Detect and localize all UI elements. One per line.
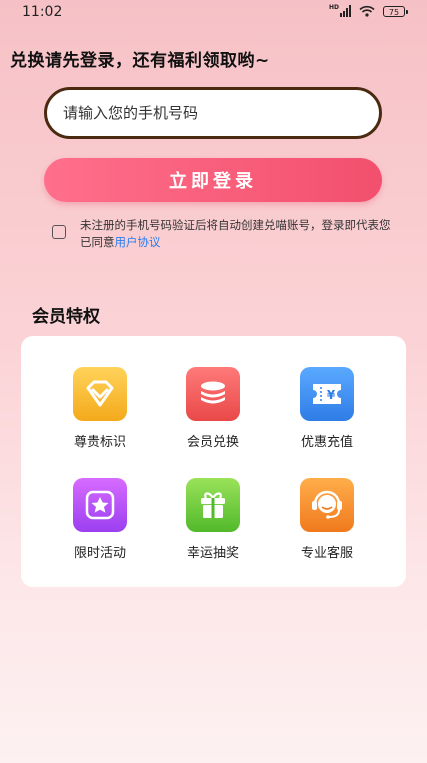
star-icon xyxy=(73,478,127,532)
headset-icon xyxy=(300,478,354,532)
privilege-label: 会员兑换 xyxy=(186,435,239,450)
privilege-item-lottery[interactable]: 幸运抽奖 xyxy=(163,478,263,561)
wifi-icon xyxy=(359,5,375,17)
privileges-card: 尊贵标识 会员兑换 ¥ 优惠充值 限时活动 幸运抽奖 专业客服 xyxy=(21,336,406,587)
svg-text:¥: ¥ xyxy=(327,388,336,402)
page-headline: 兑换请先登录，还有福利领取哟~ xyxy=(10,51,270,71)
privilege-item-activity[interactable]: 限时活动 xyxy=(50,478,150,561)
signal-icon: HD xyxy=(329,5,351,17)
privilege-label: 专业客服 xyxy=(300,546,353,561)
status-icons: HD 75 xyxy=(329,5,408,17)
privilege-label: 幸运抽奖 xyxy=(186,546,239,561)
battery-icon: 75 xyxy=(383,5,408,17)
privilege-item-badge[interactable]: 尊贵标识 xyxy=(50,367,150,450)
login-button[interactable]: 立即登录 xyxy=(44,158,382,202)
diamond-icon xyxy=(73,367,127,421)
privilege-label: 优惠充值 xyxy=(300,435,353,450)
network-label: HD xyxy=(328,4,339,11)
privilege-label: 尊贵标识 xyxy=(73,435,126,450)
privilege-item-exchange[interactable]: 会员兑换 xyxy=(163,367,263,450)
gift-icon xyxy=(186,478,240,532)
coin-stack-icon xyxy=(186,367,240,421)
agreement-text: 未注册的手机号码验证后将自动创建兑喵账号，登录即代表您已同意用户协议 xyxy=(80,218,391,249)
privileges-title: 会员特权 xyxy=(32,307,100,327)
privilege-item-service[interactable]: 专业客服 xyxy=(277,478,377,561)
coupon-icon: ¥ xyxy=(300,367,354,421)
privilege-label: 限时活动 xyxy=(73,546,126,561)
status-time: 11:02 xyxy=(22,4,63,20)
phone-input[interactable] xyxy=(44,87,382,139)
agreement-checkbox[interactable] xyxy=(52,225,66,239)
privilege-item-recharge[interactable]: ¥ 优惠充值 xyxy=(277,367,377,450)
user-agreement-link[interactable]: 用户协议 xyxy=(115,235,161,249)
status-bar: 11:02 HD 75 xyxy=(0,0,427,26)
